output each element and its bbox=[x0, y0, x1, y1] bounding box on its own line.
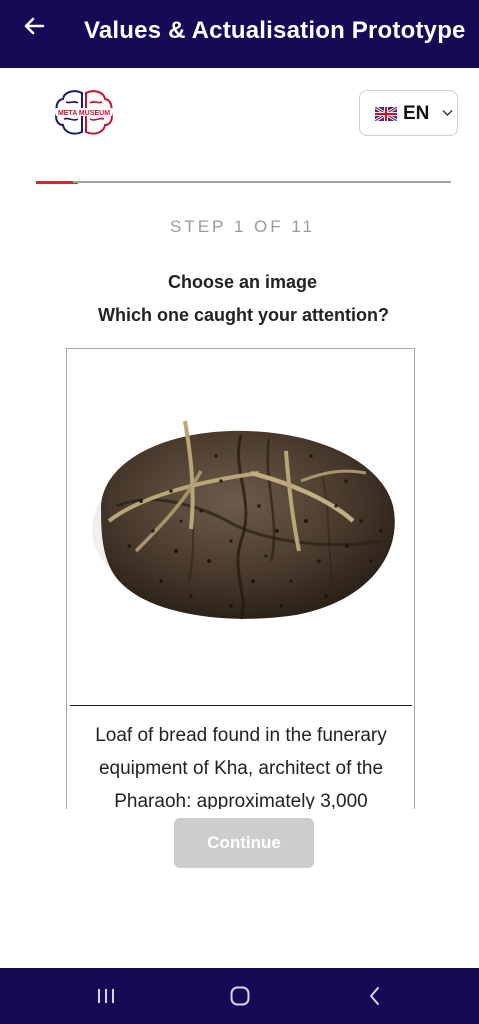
home-icon bbox=[230, 986, 250, 1006]
recents-icon bbox=[98, 989, 114, 1003]
image-choice-card[interactable]: Loaf of bread found in the funerary equi… bbox=[66, 348, 415, 809]
arrow-left-icon bbox=[24, 17, 45, 35]
step-label: STEP 1 OF 11 bbox=[170, 217, 315, 236]
question-title: Choose an image bbox=[167, 272, 318, 292]
image-caption: Loaf of bread found in the funerary equi… bbox=[95, 725, 387, 809]
uk-flag-icon bbox=[375, 107, 397, 121]
progress-segment bbox=[147, 181, 190, 183]
language-select[interactable]: EN bbox=[359, 90, 458, 136]
back-chevron-icon bbox=[370, 987, 379, 1005]
progress-segment bbox=[259, 181, 302, 183]
card-divider bbox=[70, 705, 412, 706]
chevron-down-icon bbox=[442, 110, 453, 116]
progress-segment bbox=[222, 181, 265, 183]
system-nav-bar bbox=[0, 968, 479, 1024]
system-back-button[interactable] bbox=[363, 984, 387, 1008]
progress-segment bbox=[73, 181, 116, 183]
progress-segment bbox=[185, 181, 228, 183]
recents-button[interactable] bbox=[94, 984, 118, 1008]
app-bar: Values & Actualisation Prototype bbox=[0, 0, 479, 68]
bread-loaf-image bbox=[92, 420, 395, 620]
question-subtitle: Which one caught your attention? bbox=[98, 305, 389, 325]
home-button[interactable] bbox=[228, 984, 252, 1008]
progress-segment bbox=[371, 181, 414, 183]
progress-segment bbox=[297, 181, 340, 183]
progress-segment bbox=[110, 181, 153, 183]
progress-segment bbox=[36, 181, 78, 184]
app-title: Values & Actualisation Prototype bbox=[84, 17, 466, 44]
brain-logo-icon: META MUSEUM bbox=[55, 90, 113, 135]
back-button[interactable] bbox=[18, 12, 50, 44]
language-code: EN bbox=[403, 103, 430, 124]
progress-segment bbox=[409, 181, 451, 183]
step-progress bbox=[36, 181, 451, 184]
logo-text: META MUSEUM bbox=[58, 110, 110, 117]
progress-segment bbox=[334, 181, 377, 183]
continue-button[interactable]: Continue bbox=[174, 818, 314, 868]
meta-museum-logo: META MUSEUM bbox=[52, 88, 116, 140]
